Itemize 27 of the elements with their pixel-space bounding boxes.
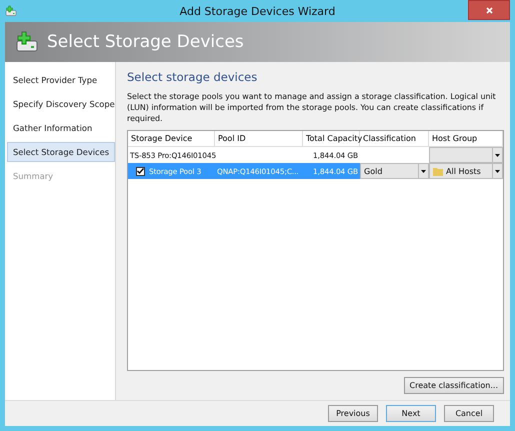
column-header[interactable]: Total Capacity xyxy=(303,131,360,146)
column-header[interactable]: Pool ID xyxy=(215,131,303,146)
storage-add-icon xyxy=(5,5,17,17)
column-header[interactable]: Storage Device xyxy=(128,131,215,146)
caret-icon xyxy=(421,170,426,172)
caret-icon xyxy=(495,154,500,156)
wizard-button[interactable]: Previous xyxy=(328,405,378,422)
folder-icon xyxy=(433,166,443,176)
wizard-step[interactable]: Gather Information xyxy=(7,118,115,138)
check-icon xyxy=(137,168,144,174)
caret-icon xyxy=(495,170,500,172)
column-header[interactable]: Host Group xyxy=(429,131,503,146)
wizard-step[interactable]: Select Storage Devices xyxy=(7,142,115,162)
classification-dropdown[interactable]: Gold xyxy=(360,163,429,179)
wizard-step[interactable]: Specify Discovery Scope xyxy=(7,94,115,114)
window-title: Add Storage Devices Wizard xyxy=(178,4,336,18)
wizard-button[interactable]: Next xyxy=(386,405,436,422)
create-classification-button[interactable]: Create classification... xyxy=(404,377,504,394)
storage-add-icon xyxy=(15,30,39,54)
page-title: Select Storage Devices xyxy=(47,32,244,52)
host-group-dropdown[interactable]: All Hosts xyxy=(429,163,503,179)
wizard-step[interactable]: Select Provider Type xyxy=(7,70,115,90)
close-button[interactable] xyxy=(468,0,510,20)
section-heading: Select storage devices xyxy=(127,70,258,84)
wizard-button[interactable]: Cancel xyxy=(444,405,494,422)
checkbox[interactable] xyxy=(136,166,145,176)
close-icon xyxy=(486,6,492,14)
